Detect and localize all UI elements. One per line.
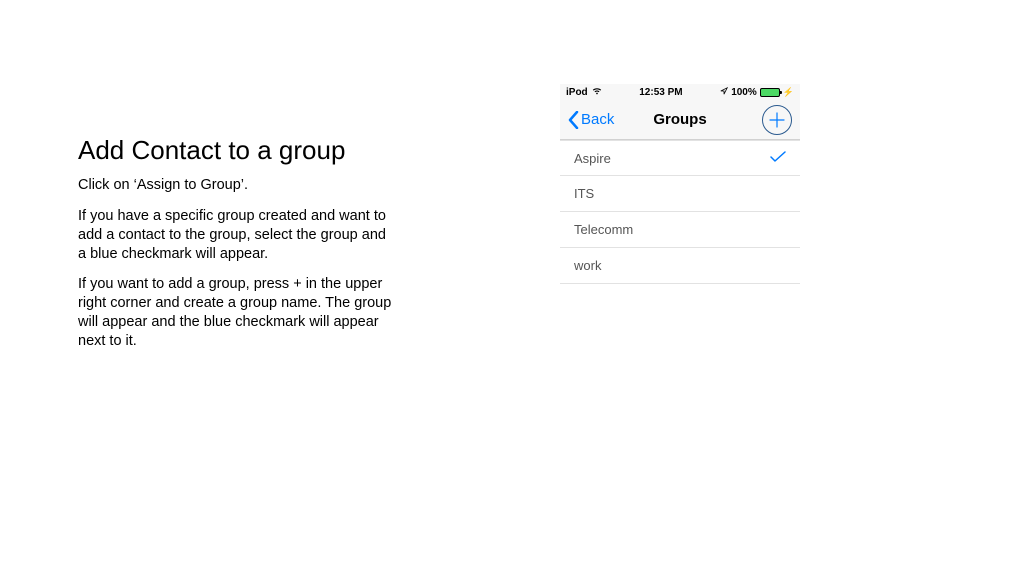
device-label: iPod bbox=[566, 87, 588, 98]
checkmark-icon bbox=[770, 151, 786, 166]
group-name: ITS bbox=[574, 186, 594, 201]
status-right: 100% ⚡ bbox=[720, 87, 794, 98]
back-label: Back bbox=[581, 111, 614, 128]
plus-icon bbox=[768, 111, 786, 129]
instructions-panel: Add Contact to a group Click on ‘Assign … bbox=[78, 135, 398, 363]
group-row-telecomm[interactable]: Telecomm bbox=[560, 212, 800, 248]
add-group-button[interactable] bbox=[762, 105, 792, 135]
back-button[interactable]: Back bbox=[568, 111, 614, 129]
group-row-work[interactable]: work bbox=[560, 248, 800, 284]
group-list: Aspire ITS Telecomm work bbox=[560, 140, 800, 284]
location-icon bbox=[720, 87, 728, 98]
instruction-paragraph: If you have a specific group created and… bbox=[78, 207, 398, 264]
battery-percent: 100% bbox=[731, 87, 757, 98]
battery-icon bbox=[760, 88, 780, 97]
group-name: Aspire bbox=[574, 151, 611, 166]
charging-icon: ⚡ bbox=[783, 87, 794, 98]
page-title: Add Contact to a group bbox=[78, 135, 398, 166]
group-name: work bbox=[574, 258, 601, 273]
wifi-icon bbox=[592, 87, 602, 98]
instruction-paragraph: Click on ‘Assign to Group’. bbox=[78, 176, 398, 195]
phone-screenshot: iPod 12:53 PM 100% ⚡ Back Groups Aspire bbox=[560, 84, 800, 284]
group-name: Telecomm bbox=[574, 222, 633, 237]
status-time: 12:53 PM bbox=[639, 87, 682, 98]
group-row-aspire[interactable]: Aspire bbox=[560, 140, 800, 176]
navigation-bar: Back Groups bbox=[560, 100, 800, 140]
nav-title: Groups bbox=[653, 111, 706, 128]
status-left: iPod bbox=[566, 87, 602, 98]
group-row-its[interactable]: ITS bbox=[560, 176, 800, 212]
instruction-paragraph: If you want to add a group, press + in t… bbox=[78, 275, 398, 350]
status-bar: iPod 12:53 PM 100% ⚡ bbox=[560, 84, 800, 100]
chevron-left-icon bbox=[568, 111, 579, 129]
